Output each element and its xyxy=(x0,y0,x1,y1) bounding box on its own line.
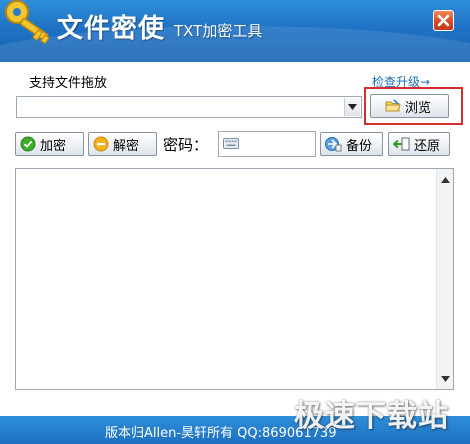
restore-icon xyxy=(393,137,410,151)
restore-button[interactable]: 还原 xyxy=(388,132,450,156)
decrypt-label: 解密 xyxy=(113,138,140,154)
backup-label: 备份 xyxy=(346,138,373,154)
app-subtitle: TXT加密工具 xyxy=(174,22,263,40)
encrypt-button[interactable]: 加密 xyxy=(15,132,84,156)
close-button[interactable] xyxy=(433,10,454,31)
password-input[interactable] xyxy=(218,131,316,157)
browse-button[interactable]: 浏览 xyxy=(370,94,449,118)
decrypt-button[interactable]: 解密 xyxy=(88,132,157,156)
site-watermark: 极速下载站 xyxy=(294,399,449,434)
chevron-down-icon xyxy=(440,375,450,382)
chevron-up-icon xyxy=(440,176,450,183)
vertical-scrollbar[interactable] xyxy=(436,169,453,389)
chevron-down-icon xyxy=(348,104,357,110)
browse-label: 浏览 xyxy=(405,100,432,116)
backup-button[interactable]: 备份 xyxy=(320,132,383,156)
close-icon xyxy=(437,14,450,27)
keyboard-icon xyxy=(223,138,239,149)
combo-dropdown-button[interactable] xyxy=(344,98,360,116)
backup-icon xyxy=(325,137,342,152)
key-icon xyxy=(5,0,50,45)
encrypt-label: 加密 xyxy=(40,138,67,154)
content-text-area[interactable] xyxy=(15,168,454,390)
scroll-down-button[interactable] xyxy=(437,370,453,387)
title-bar: 文件密使 TXT加密工具 xyxy=(0,0,470,62)
password-label: 密码： xyxy=(163,136,209,154)
app-title: 文件密使 xyxy=(57,14,166,44)
minus-circle-icon xyxy=(93,136,109,152)
check-circle-icon xyxy=(20,136,36,152)
file-path-combo[interactable] xyxy=(16,96,362,118)
scroll-up-button[interactable] xyxy=(437,171,453,188)
restore-label: 还原 xyxy=(414,138,441,154)
drag-drop-hint: 支持文件拖放 xyxy=(29,76,108,91)
folder-icon xyxy=(385,99,401,112)
